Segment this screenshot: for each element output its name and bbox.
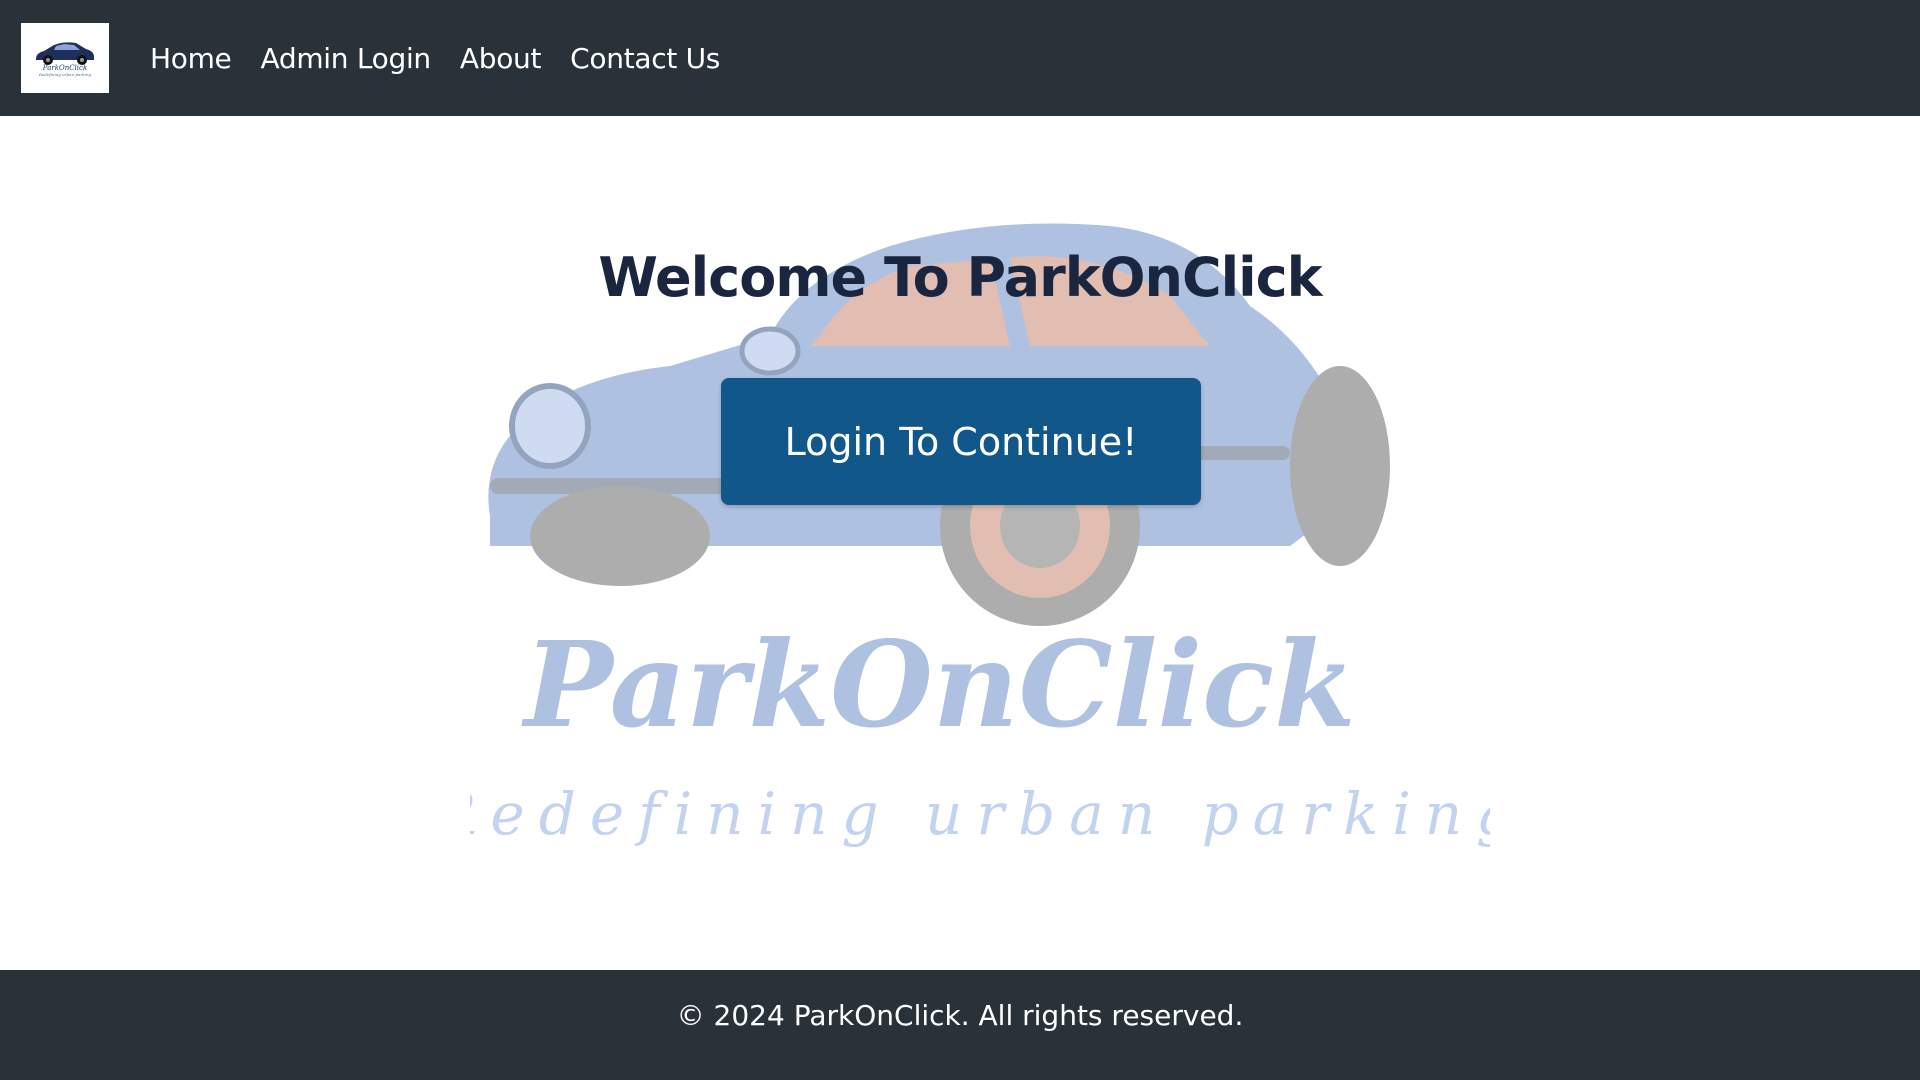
nav-link-about[interactable]: About bbox=[460, 42, 542, 75]
background-car-image: ParkOnClick Redefining urban parking bbox=[470, 223, 1490, 848]
background-tagline-text: Redefining urban parking bbox=[470, 780, 1490, 848]
nav-link-home[interactable]: Home bbox=[150, 42, 232, 75]
login-button[interactable]: Login To Continue! bbox=[721, 378, 1201, 505]
copyright-text: © 2024 ParkOnClick. All rights reserved. bbox=[676, 998, 1244, 1032]
car-logo-icon bbox=[36, 42, 94, 65]
logo[interactable]: ParkOnClick Redefining urban parking bbox=[21, 23, 109, 93]
nav-link-admin-login[interactable]: Admin Login bbox=[261, 42, 432, 75]
hero-section: ParkOnClick Redefining urban parking Wel… bbox=[0, 116, 1920, 970]
nav-menu: Home Admin Login About Contact Us bbox=[150, 0, 720, 116]
background-brand-text: ParkOnClick bbox=[521, 615, 1356, 754]
footer: © 2024 ParkOnClick. All rights reserved. bbox=[0, 970, 1920, 1080]
navbar: ParkOnClick Redefining urban parking Hom… bbox=[0, 0, 1920, 116]
page-title: Welcome To ParkOnClick bbox=[598, 246, 1322, 309]
logo-brand: ParkOnClick bbox=[42, 64, 88, 72]
nav-link-contact-us[interactable]: Contact Us bbox=[570, 42, 720, 75]
logo-tagline: Redefining urban parking bbox=[38, 72, 92, 77]
